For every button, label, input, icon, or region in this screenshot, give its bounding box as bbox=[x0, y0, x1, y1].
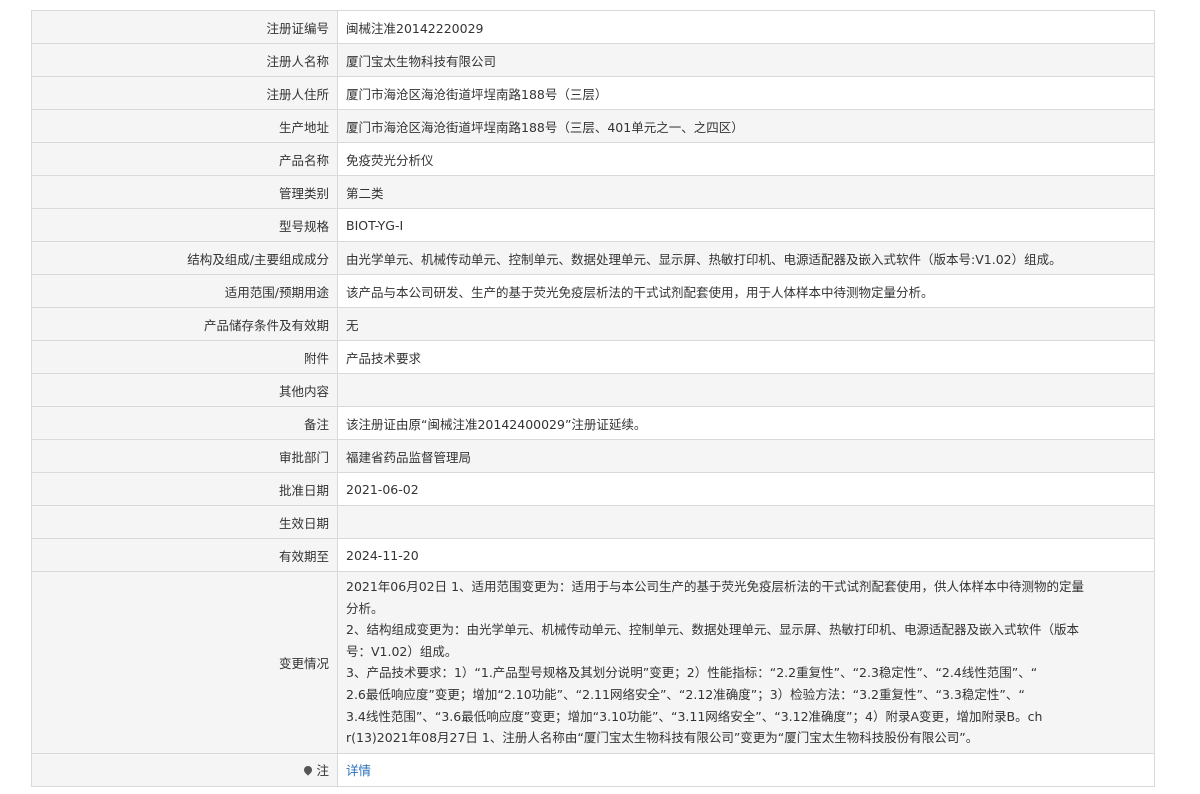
row-label: 备注 bbox=[31, 406, 338, 440]
row-value bbox=[337, 505, 1155, 539]
table-row: 管理类别 第二类 bbox=[31, 175, 1155, 209]
table-row: 型号规格 BIOT-YG-I bbox=[31, 208, 1155, 242]
row-value: BIOT-YG-I bbox=[337, 208, 1155, 242]
table-row: 有效期至 2024-11-20 bbox=[31, 538, 1155, 572]
row-value: 2021-06-02 bbox=[337, 472, 1155, 506]
table-row: 附件 产品技术要求 bbox=[31, 340, 1155, 374]
note-label-cell: 注 bbox=[31, 752, 338, 787]
table-row: 产品储存条件及有效期 无 bbox=[31, 307, 1155, 341]
change-history-line: 3.4线性范围”、“3.6最低响应度”变更；增加“3.10功能”、“3.11网络… bbox=[346, 708, 1043, 724]
row-value: 由光学单元、机械传动单元、控制单元、数据处理单元、显示屏、热敏打印机、电源适配器… bbox=[337, 241, 1155, 275]
registration-detail-table: 注册证编号 闽械注准20142220029 注册人名称 厦门宝太生物科技有限公司… bbox=[31, 10, 1155, 787]
row-value: 福建省药品监督管理局 bbox=[337, 439, 1155, 473]
row-label: 审批部门 bbox=[31, 439, 338, 473]
change-history-line: r(13)2021年08月27日 1、注册人名称由“厦门宝太生物科技有限公司”变… bbox=[346, 730, 979, 746]
row-value: 2024-11-20 bbox=[337, 538, 1155, 572]
row-label: 生效日期 bbox=[31, 505, 338, 539]
row-value: 厦门市海沧区海沧街道坪埕南路188号（三层、401单元之一、之四区） bbox=[337, 109, 1155, 143]
table-row: 注册证编号 闽械注准20142220029 bbox=[31, 10, 1155, 44]
table-row: 审批部门 福建省药品监督管理局 bbox=[31, 439, 1155, 473]
row-value: 该注册证由原“闽械注准20142400029”注册证延续。 bbox=[337, 406, 1155, 440]
row-label: 型号规格 bbox=[31, 208, 338, 242]
table-row: 批准日期 2021-06-02 bbox=[31, 472, 1155, 506]
row-value: 厦门宝太生物科技有限公司 bbox=[337, 43, 1155, 77]
change-history-line: 3、产品技术要求：1）“1.产品型号规格及其划分说明”变更；2）性能指标：“2.… bbox=[346, 665, 1038, 681]
row-label: 有效期至 bbox=[31, 538, 338, 572]
details-link[interactable]: 详情 bbox=[346, 763, 371, 778]
change-history-value: 2021年06月02日 1、适用范围变更为：适用于与本公司生产的基于荧光免疫层析… bbox=[337, 571, 1155, 754]
row-value: 免疫荧光分析仪 bbox=[337, 142, 1155, 176]
table-row: 注册人名称 厦门宝太生物科技有限公司 bbox=[31, 43, 1155, 77]
row-label: 注册人住所 bbox=[31, 76, 338, 110]
row-label: 适用范围/预期用途 bbox=[31, 274, 338, 308]
change-history-line: 号：V1.02）组成。 bbox=[346, 643, 458, 659]
table-row-change-history: 变更情况 2021年06月02日 1、适用范围变更为：适用于与本公司生产的基于荧光… bbox=[31, 571, 1155, 754]
note-label: 注 bbox=[316, 763, 329, 779]
row-label: 产品储存条件及有效期 bbox=[31, 307, 338, 341]
table-row: 生产地址 厦门市海沧区海沧街道坪埕南路188号（三层、401单元之一、之四区） bbox=[31, 109, 1155, 143]
row-value: 该产品与本公司研发、生产的基于荧光免疫层析法的干式试剂配套使用，用于人体样本中待… bbox=[337, 274, 1155, 308]
registration-detail-table-wrapper: 注册证编号 闽械注准20142220029 注册人名称 厦门宝太生物科技有限公司… bbox=[31, 10, 1155, 787]
row-label: 结构及组成/主要组成成分 bbox=[31, 241, 338, 275]
row-label: 批准日期 bbox=[31, 472, 338, 506]
change-history-line: 2、结构组成变更为：由光学单元、机械传动单元、控制单元、数据处理单元、显示屏、热… bbox=[346, 622, 1079, 638]
row-value: 无 bbox=[337, 307, 1155, 341]
change-history-line: 2021年06月02日 1、适用范围变更为：适用于与本公司生产的基于荧光免疫层析… bbox=[346, 579, 1085, 594]
row-value: 产品技术要求 bbox=[337, 340, 1155, 374]
pin-icon bbox=[302, 764, 315, 776]
table-row: 结构及组成/主要组成成分 由光学单元、机械传动单元、控制单元、数据处理单元、显示… bbox=[31, 241, 1155, 275]
change-history-line: 2.6最低响应度”变更；增加“2.10功能”、“2.11网络安全”、“2.12准… bbox=[346, 686, 1025, 702]
row-label: 管理类别 bbox=[31, 175, 338, 209]
table-row: 适用范围/预期用途 该产品与本公司研发、生产的基于荧光免疫层析法的干式试剂配套使… bbox=[31, 274, 1155, 308]
row-label: 生产地址 bbox=[31, 109, 338, 143]
note-value: 详情 bbox=[337, 752, 1155, 787]
row-label: 其他内容 bbox=[31, 373, 338, 407]
table-row: 备注 该注册证由原“闽械注准20142400029”注册证延续。 bbox=[31, 406, 1155, 440]
table-row: 产品名称 免疫荧光分析仪 bbox=[31, 142, 1155, 176]
change-history-label: 变更情况 bbox=[31, 571, 338, 754]
table-row: 注册人住所 厦门市海沧区海沧街道坪埕南路188号（三层） bbox=[31, 76, 1155, 110]
row-label: 附件 bbox=[31, 340, 338, 374]
row-value: 厦门市海沧区海沧街道坪埕南路188号（三层） bbox=[337, 76, 1155, 110]
row-value: 第二类 bbox=[337, 175, 1155, 209]
table-row-note: 注 详情 bbox=[31, 752, 1155, 787]
row-value bbox=[337, 373, 1155, 407]
row-value: 闽械注准20142220029 bbox=[337, 10, 1155, 44]
row-label: 产品名称 bbox=[31, 142, 338, 176]
table-row: 其他内容 bbox=[31, 373, 1155, 407]
table-row: 生效日期 bbox=[31, 505, 1155, 539]
row-label: 注册人名称 bbox=[31, 43, 338, 77]
change-history-line: 分析。 bbox=[346, 600, 384, 616]
row-label: 注册证编号 bbox=[31, 10, 338, 44]
